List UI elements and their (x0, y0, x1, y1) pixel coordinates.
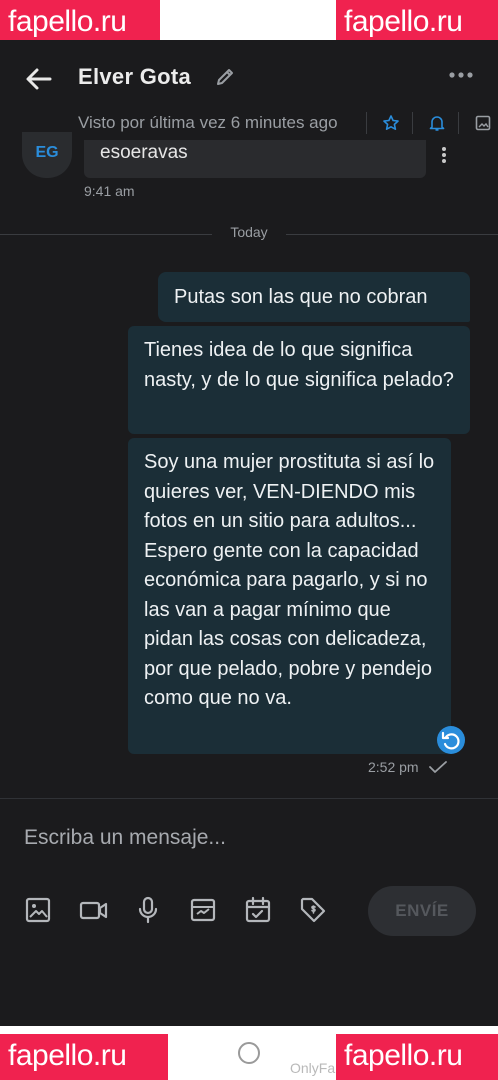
undo-icon[interactable] (437, 726, 465, 754)
video-icon[interactable] (79, 896, 109, 924)
sent-check-icon (429, 761, 447, 773)
divider-line (0, 234, 212, 235)
message-options-icon[interactable] (441, 146, 447, 164)
image-icon[interactable] (24, 896, 52, 924)
contact-name[interactable]: Elver Gota (78, 64, 191, 90)
message-input[interactable] (24, 822, 464, 854)
outgoing-message-bubble[interactable]: Soy una mujer prostituta si así lo quier… (128, 438, 451, 754)
divider-line (286, 234, 498, 235)
message-timestamp: 2:52 pm (368, 759, 419, 775)
outgoing-message-bubble[interactable]: Putas son las que no cobran (158, 272, 470, 322)
watermark-bottom-right: fapello.ru (336, 1034, 498, 1080)
watermark-top-left: fapello.ru (0, 0, 160, 44)
star-icon[interactable] (382, 114, 400, 132)
watermark-top-right: fapello.ru (336, 0, 498, 44)
pencil-icon[interactable] (214, 66, 236, 88)
avatar[interactable]: EG (22, 132, 72, 178)
watermark-bottom-left: fapello.ru (0, 1034, 168, 1080)
vault-icon[interactable] (189, 896, 217, 924)
microphone-icon[interactable] (134, 896, 162, 924)
bell-icon[interactable] (428, 114, 446, 132)
home-button[interactable] (238, 1042, 260, 1064)
message-timestamp: 9:41 am (84, 183, 135, 199)
header-separator (412, 112, 413, 134)
send-button[interactable]: ENVÍE (368, 886, 476, 936)
day-divider-label: Today (230, 224, 268, 240)
incoming-message-bubble[interactable]: esoeravas (84, 140, 426, 178)
schedule-icon[interactable] (244, 896, 272, 924)
last-seen-status: Visto por última vez 6 minutes ago (78, 113, 338, 132)
composer-divider (0, 798, 498, 799)
onlyfans-watermark: OnlyFa (290, 1060, 336, 1076)
price-tag-icon[interactable] (299, 896, 327, 924)
chat-header: Elver Gota Visto por última vez 6 minute… (0, 40, 498, 140)
outgoing-message-bubble[interactable]: Tienes idea de lo que significa nasty, y… (128, 326, 470, 434)
back-arrow-icon[interactable] (22, 62, 56, 96)
header-separator (458, 112, 459, 134)
more-options-icon[interactable] (448, 70, 474, 80)
header-separator (366, 112, 367, 134)
image-icon[interactable] (474, 114, 492, 132)
